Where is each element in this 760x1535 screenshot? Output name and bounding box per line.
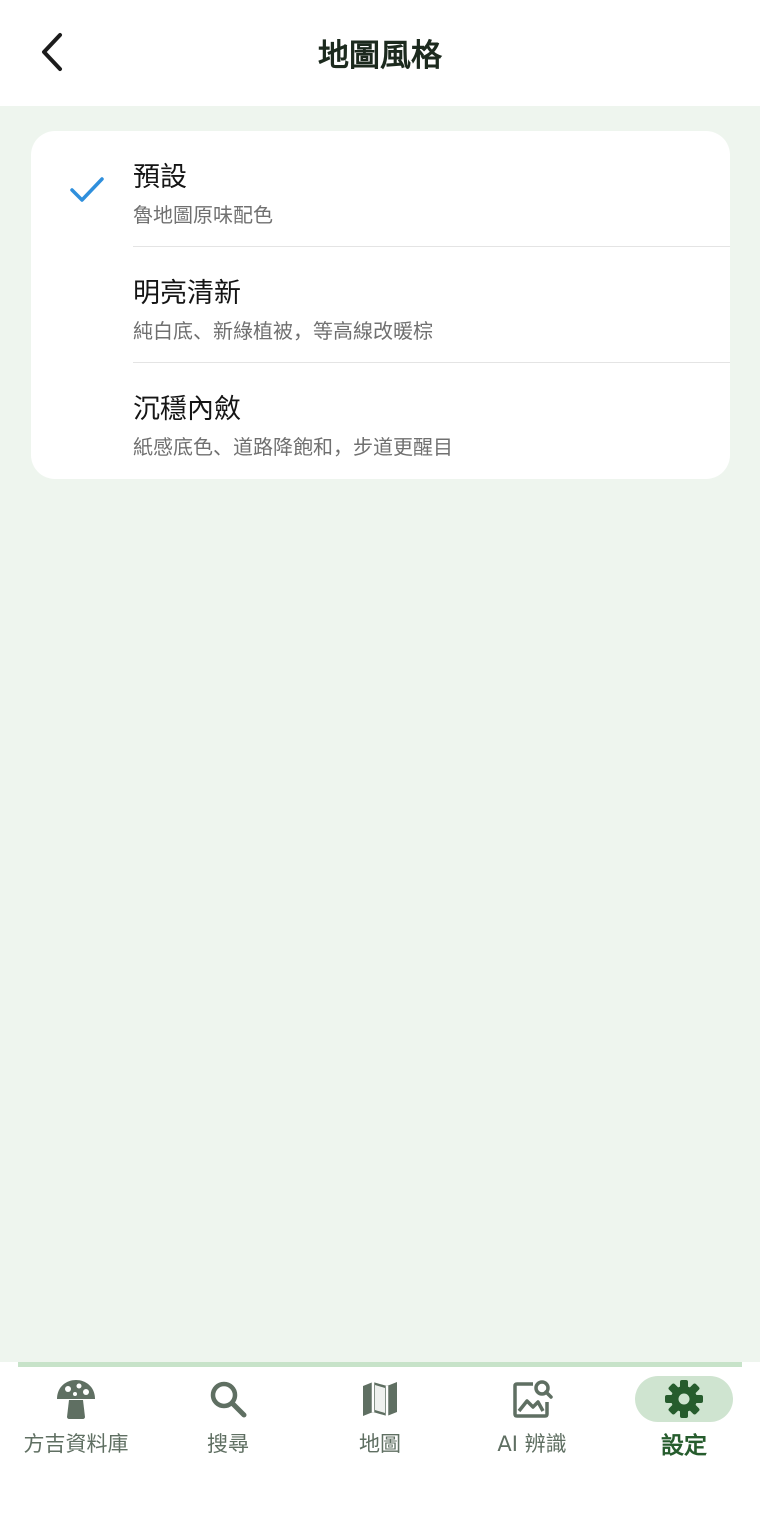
nav-label: 設定	[661, 1433, 707, 1459]
option-calm-subdued[interactable]: 沉穩內斂 紙感底色、道路降飽和，步道更醒目	[31, 363, 730, 479]
option-subtitle: 魯地圖原味配色	[133, 203, 273, 227]
option-bright-fresh[interactable]: 明亮清新 純白底、新綠植被，等高線改暖棕	[31, 247, 730, 363]
search-icon	[210, 1381, 247, 1418]
nav-item-search[interactable]: 搜尋	[152, 1376, 304, 1476]
page-title: 地圖風格	[318, 38, 442, 74]
nav-label: AI 辨識	[497, 1432, 567, 1456]
nav-item-database[interactable]: 方吉資料庫	[0, 1376, 152, 1476]
nav-item-ai-identify[interactable]: AI 辨識	[456, 1376, 608, 1476]
map-icon	[363, 1382, 397, 1416]
option-title: 沉穩內斂	[133, 394, 241, 425]
option-subtitle: 紙感底色、道路降飽和，步道更醒目	[133, 435, 453, 459]
check-icon	[70, 177, 104, 202]
nav-label: 方吉資料庫	[23, 1432, 129, 1456]
mushroom-icon	[57, 1380, 95, 1419]
gear-icon	[665, 1380, 703, 1418]
nav-item-settings[interactable]: 設定	[608, 1376, 760, 1476]
nav-icon-container	[179, 1376, 277, 1422]
bottom-navigation: 方吉資料庫 搜尋 地圖 AI 辨識 設定	[0, 1362, 760, 1535]
nav-icon-container	[331, 1376, 429, 1422]
nav-icon-container	[27, 1376, 125, 1422]
option-subtitle: 純白底、新綠植被，等高線改暖棕	[133, 319, 433, 343]
nav-item-map[interactable]: 地圖	[304, 1376, 456, 1476]
nav-active-pill	[635, 1376, 733, 1422]
image-search-icon	[513, 1380, 553, 1418]
nav-label: 搜尋	[207, 1432, 249, 1456]
option-title: 明亮清新	[133, 278, 241, 309]
option-default[interactable]: 預設 魯地圖原味配色	[31, 131, 730, 247]
option-title: 預設	[133, 162, 187, 193]
app-header: 地圖風格	[0, 0, 760, 106]
map-style-options: 預設 魯地圖原味配色 明亮清新 純白底、新綠植被，等高線改暖棕 沉穩內斂 紙感底…	[31, 131, 730, 479]
nav-icon-container	[483, 1376, 581, 1422]
nav-divider	[18, 1362, 742, 1367]
nav-label: 地圖	[359, 1432, 401, 1456]
